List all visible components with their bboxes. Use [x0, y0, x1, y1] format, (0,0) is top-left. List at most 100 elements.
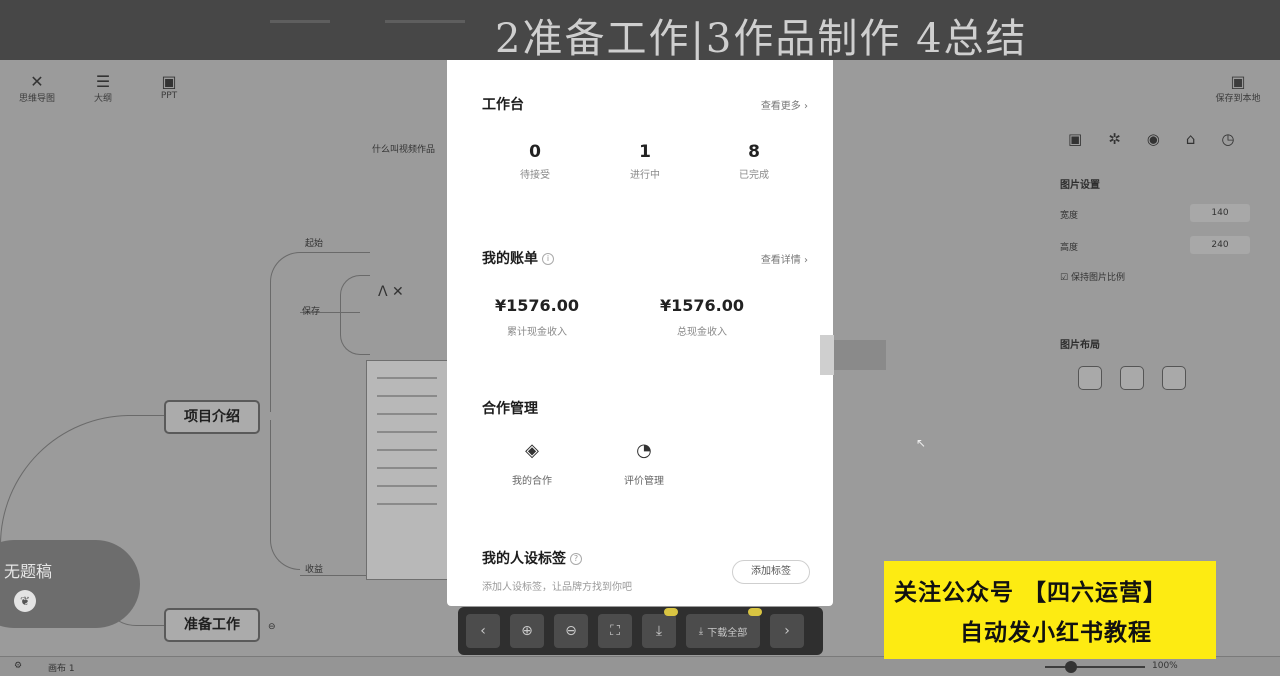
- stat-in-progress[interactable]: 1 进行中: [595, 142, 695, 181]
- lock-ratio-row[interactable]: ☑ 保持图片比例: [1060, 270, 1270, 283]
- layout-options: [1078, 366, 1186, 390]
- bill-total-label: 总现金收入: [677, 327, 727, 338]
- mindmap-view-label: 思维导图: [18, 94, 55, 104]
- add-tag-button[interactable]: 添加标签: [732, 560, 810, 584]
- node-branch-c[interactable]: 收益: [305, 562, 323, 575]
- download-icon: ⤓: [655, 623, 663, 639]
- node-prep-work[interactable]: 准备工作: [164, 608, 260, 642]
- panel-tabs: ▣ ✲ ◉ ⌂ ◷: [1048, 130, 1280, 148]
- zoom-slider[interactable]: [1045, 661, 1145, 673]
- outline-view-button[interactable]: ☰ 大纲: [80, 72, 126, 104]
- stat-pending[interactable]: 0 待接受: [485, 142, 585, 181]
- layout-option[interactable]: [1162, 366, 1186, 390]
- tab-theme-icon[interactable]: ✲: [1108, 130, 1121, 148]
- stat-in-progress-value: 1: [639, 142, 651, 162]
- zoom-out-button[interactable]: ⊖: [554, 614, 588, 648]
- zoom-slider-handle[interactable]: [1065, 661, 1077, 673]
- fullscreen-button[interactable]: ⛶: [598, 614, 632, 648]
- stat-in-progress-label: 进行中: [630, 170, 660, 181]
- embedded-document-card[interactable]: [366, 360, 448, 580]
- download-all-button[interactable]: ⤓ 下载全部: [686, 608, 762, 648]
- download-all-label: 下载全部: [707, 627, 748, 639]
- persona-tags-description: 添加人设标签，让品牌方找到你吧: [482, 582, 632, 593]
- banner-faint-text: [270, 20, 330, 23]
- bill-detail-link[interactable]: 查看详情 ›: [761, 251, 808, 266]
- download-all-icon: ⤓: [698, 625, 704, 637]
- new-badge: [748, 608, 762, 616]
- map-connector: [270, 252, 300, 412]
- bill-cumulative-value: ¥1576.00: [494, 296, 579, 315]
- node-branch-a[interactable]: 起始: [305, 236, 323, 249]
- zoom-in-icon: ⊕: [521, 623, 533, 639]
- stat-pending-label: 待接受: [520, 170, 550, 181]
- promo-line-1: 关注公众号 【四六运营】: [894, 580, 1168, 606]
- ppt-icon: ▣: [161, 72, 177, 91]
- stat-completed-label: 已完成: [739, 170, 769, 181]
- width-input[interactable]: 140: [1190, 204, 1250, 222]
- ppt-view-label: PPT: [160, 91, 178, 101]
- zoom-in-button[interactable]: ⊕: [510, 614, 544, 648]
- video-banner: 2准备工作|3作品制作 4总结: [0, 0, 1280, 62]
- collapse-icon[interactable]: ⊖: [268, 622, 276, 632]
- persona-tags-title-text: 我的人设标签: [482, 551, 566, 567]
- tab-sticker-icon[interactable]: ⌂: [1186, 130, 1196, 148]
- node-branch-b[interactable]: 保存: [302, 304, 320, 317]
- map-connector: [340, 275, 370, 355]
- coop-title: 合作管理: [482, 401, 538, 417]
- settings-icon[interactable]: ⚙: [14, 661, 22, 671]
- bill-cumulative-label: 累计现金收入: [507, 327, 567, 338]
- panel-section-title: 图片设置: [1060, 180, 1100, 191]
- workbench-title: 工作台: [482, 97, 524, 113]
- modal-scrollbar[interactable]: [820, 335, 834, 375]
- review-management-button[interactable]: ◔ 评价管理: [604, 440, 684, 487]
- fullscreen-icon: ⛶: [610, 623, 620, 639]
- next-button[interactable]: ›: [770, 614, 804, 648]
- ppt-view-button[interactable]: ▣ PPT: [146, 72, 192, 104]
- view-mode-toolbar: ✕ 思维导图 ☰ 大纲 ▣ PPT: [14, 72, 192, 104]
- save-icon: ▣: [1230, 72, 1246, 91]
- save-local-button[interactable]: ▣ 保存到本地: [1210, 72, 1266, 104]
- node-icons: Λ ✕: [378, 284, 404, 300]
- chevron-left-icon: ‹: [480, 623, 486, 639]
- download-button[interactable]: ⤓: [642, 608, 678, 648]
- save-local-label: 保存到本地: [1215, 94, 1261, 104]
- layout-option[interactable]: [1120, 366, 1144, 390]
- height-row: 高度 240: [1060, 236, 1270, 254]
- help-icon[interactable]: ?: [570, 553, 582, 565]
- zoom-out-icon: ⊖: [565, 623, 577, 639]
- map-connector: [300, 575, 366, 576]
- mouse-cursor-icon: ↖: [916, 436, 927, 450]
- mindmap-view-button[interactable]: ✕ 思维导图: [14, 72, 60, 104]
- my-cooperation-button[interactable]: ◈ 我的合作: [492, 440, 572, 487]
- bill-total-value: ¥1576.00: [659, 296, 744, 315]
- review-icon: ◔: [636, 440, 652, 461]
- outline-icon: ☰: [95, 72, 111, 91]
- map-connector: [270, 420, 300, 570]
- stat-completed[interactable]: 8 已完成: [704, 142, 804, 181]
- prev-button[interactable]: ‹: [466, 614, 500, 648]
- node-description-text: 什么叫视频作品: [372, 145, 436, 155]
- tab-marker-icon[interactable]: ◉: [1147, 130, 1160, 148]
- map-connector: [0, 415, 165, 545]
- node-project-intro[interactable]: 项目介绍: [164, 400, 260, 434]
- drag-handle[interactable]: [826, 340, 886, 370]
- promo-overlay: 关注公众号 【四六运营】 自动发小红书教程: [884, 561, 1216, 659]
- tab-clock-icon[interactable]: ◷: [1221, 130, 1234, 148]
- stat-completed-value: 8: [748, 142, 760, 162]
- root-node-label: 无题稿: [4, 562, 53, 581]
- height-input[interactable]: 240: [1190, 236, 1250, 254]
- layout-option[interactable]: [1078, 366, 1102, 390]
- bill-cumulative: ¥1576.00 累计现金收入: [467, 296, 607, 338]
- info-icon[interactable]: i: [542, 253, 554, 265]
- stat-pending-value: 0: [529, 142, 541, 162]
- root-node[interactable]: 无题稿 ❦: [0, 540, 140, 628]
- map-connector: [300, 252, 370, 253]
- checkbox-icon[interactable]: ☑: [1060, 273, 1068, 283]
- creator-dashboard-panel: 工作台 查看更多 › 0 待接受 1 进行中 8 已完成 我的账单 i 查看详情 …: [447, 60, 833, 606]
- banner-faint-text: [385, 20, 465, 23]
- workbench-more-link[interactable]: 查看更多 ›: [761, 97, 808, 112]
- width-row: 宽度 140: [1060, 204, 1270, 222]
- tab-style-icon[interactable]: ▣: [1068, 130, 1082, 148]
- promo-line-2: 自动发小红书教程: [960, 620, 1152, 646]
- my-cooperation-label: 我的合作: [512, 476, 552, 487]
